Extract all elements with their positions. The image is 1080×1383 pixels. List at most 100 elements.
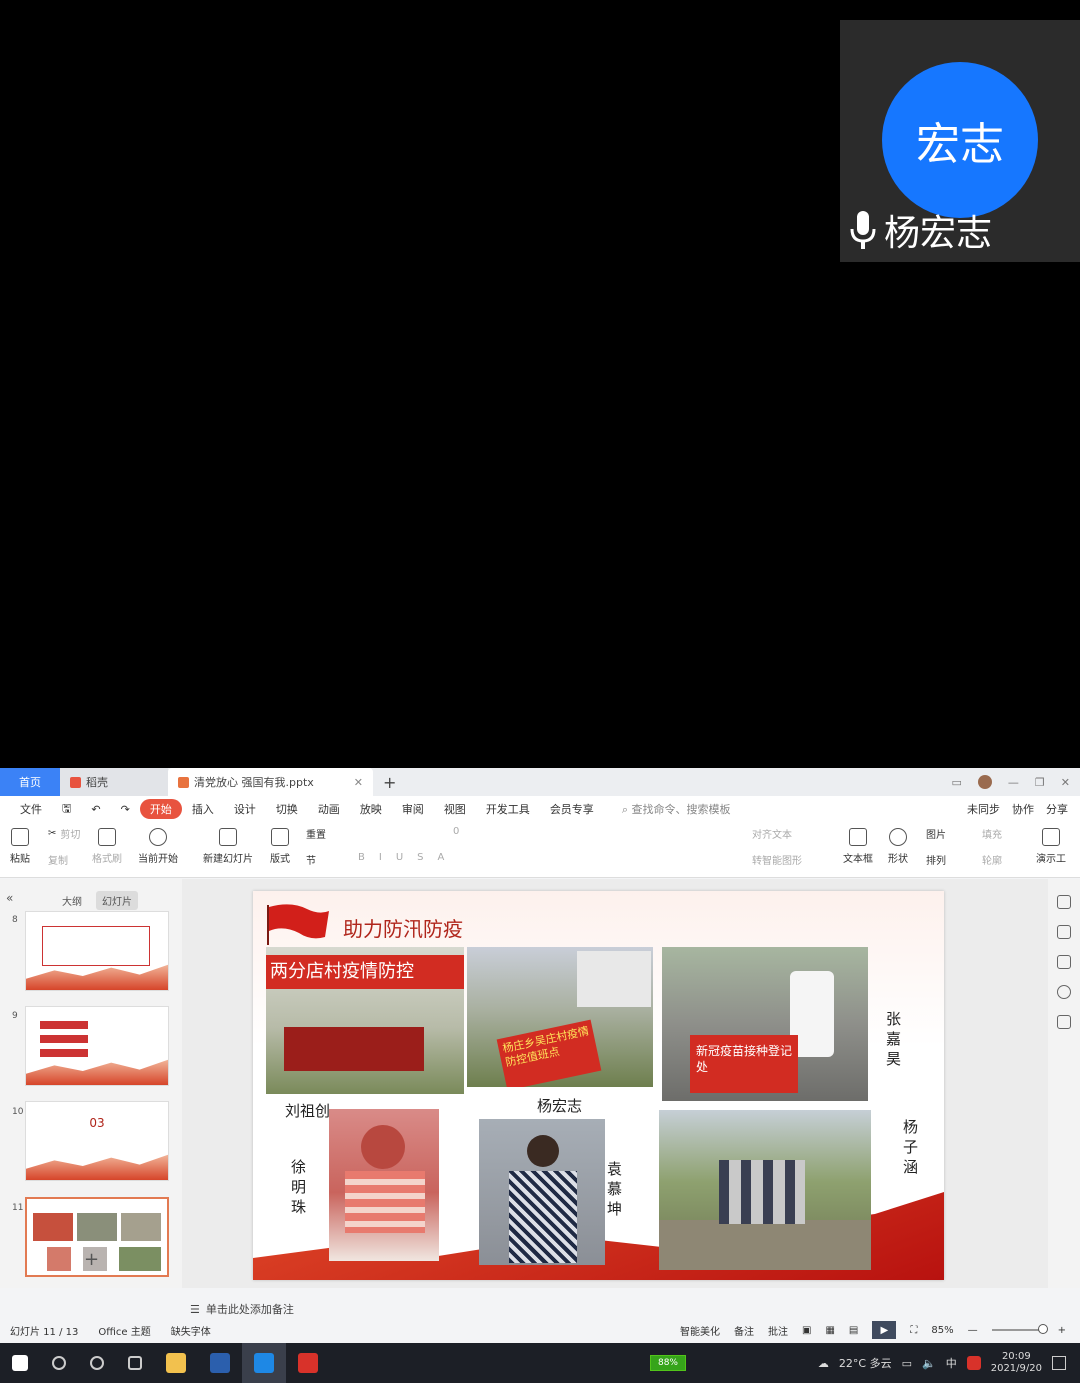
sync-status[interactable]: 未同步 bbox=[967, 801, 1000, 817]
tab-document[interactable]: 清党放心 强国有我.pptx ✕ bbox=[168, 768, 373, 796]
notification-icon[interactable] bbox=[1052, 1356, 1066, 1370]
play-from-current-button[interactable]: 当前开始 bbox=[138, 828, 178, 865]
menu-home[interactable]: 开始 bbox=[139, 799, 182, 819]
file-explorer-icon[interactable] bbox=[166, 1353, 186, 1373]
missing-font[interactable]: 缺失字体 bbox=[171, 1323, 211, 1338]
menu-review[interactable]: 审阅 bbox=[392, 801, 434, 817]
volume-icon[interactable]: 🔈 bbox=[922, 1357, 936, 1370]
sogou-icon[interactable] bbox=[966, 1356, 981, 1370]
section-button[interactable]: 节 bbox=[306, 852, 316, 867]
smartart-button[interactable]: 转智能图形 bbox=[752, 852, 802, 867]
banner-text: 两分店村疫情防控 bbox=[266, 955, 464, 989]
menu-slideshow[interactable]: 放映 bbox=[350, 801, 392, 817]
theme-name[interactable]: Office 主题 bbox=[98, 1323, 150, 1338]
wps-icon[interactable] bbox=[298, 1353, 318, 1373]
redo-icon[interactable]: ↷ bbox=[111, 803, 140, 816]
tab-outline[interactable]: 大纲 bbox=[56, 891, 88, 910]
word-icon[interactable] bbox=[210, 1353, 230, 1373]
ime-indicator[interactable]: 中 bbox=[946, 1355, 957, 1371]
zoom-out-button[interactable]: — bbox=[968, 1325, 978, 1336]
smart-beautify-button[interactable]: 智能美化 bbox=[680, 1323, 720, 1338]
reading-view-icon[interactable]: ▤ bbox=[849, 1325, 858, 1336]
minimize-icon[interactable]: — bbox=[1008, 776, 1019, 789]
italic-icon[interactable]: I bbox=[379, 852, 382, 863]
fit-window-icon[interactable]: ⛶ bbox=[910, 1325, 917, 1336]
copy-button[interactable]: 复制 bbox=[48, 852, 68, 867]
search-icon[interactable] bbox=[52, 1356, 66, 1370]
grid-view-icon[interactable]: ▦ bbox=[825, 1325, 834, 1336]
remark-button[interactable]: 备注 bbox=[734, 1323, 754, 1338]
normal-view-icon[interactable]: ▣ bbox=[802, 1325, 811, 1336]
slide-thumbnail[interactable] bbox=[25, 911, 169, 991]
format-painter-button[interactable]: 格式刷 bbox=[92, 828, 122, 865]
strike-icon[interactable]: S bbox=[417, 852, 423, 863]
outline-button[interactable]: 轮廓 bbox=[982, 852, 1002, 867]
copy-icon[interactable] bbox=[1057, 955, 1071, 969]
command-search[interactable]: ⌕ 查找命令、搜索模板 bbox=[622, 801, 731, 817]
windows-start-icon[interactable] bbox=[12, 1355, 28, 1371]
menu-animation[interactable]: 动画 bbox=[308, 801, 350, 817]
meeting-app-active[interactable] bbox=[242, 1343, 286, 1383]
cortana-icon[interactable] bbox=[90, 1356, 104, 1370]
shape-button[interactable]: 形状 bbox=[888, 828, 908, 865]
share-button[interactable]: 分享 bbox=[1046, 801, 1068, 817]
add-slide-button[interactable]: + bbox=[84, 1249, 99, 1270]
share-icon[interactable] bbox=[1057, 1015, 1071, 1029]
zoom-slider-knob[interactable] bbox=[1037, 1324, 1048, 1334]
user-avatar[interactable] bbox=[977, 775, 992, 789]
presenter-button[interactable]: 演示工 bbox=[1036, 828, 1066, 865]
collab-button[interactable]: 协作 bbox=[1012, 801, 1034, 817]
menu-developer[interactable]: 开发工具 bbox=[476, 801, 540, 817]
play-slideshow-button[interactable]: ▶ bbox=[872, 1321, 897, 1339]
close-window-icon[interactable]: ✕ bbox=[1061, 776, 1070, 789]
tab-slides[interactable]: 幻灯片 bbox=[96, 891, 138, 910]
save-icon[interactable]: 🖫 bbox=[52, 800, 81, 819]
menu-transition[interactable]: 切换 bbox=[266, 801, 308, 817]
underline-icon[interactable]: U bbox=[396, 852, 403, 863]
clock[interactable]: 20:09 2021/9/20 bbox=[991, 1351, 1042, 1375]
zoom-level[interactable]: 85% bbox=[931, 1325, 953, 1336]
slide-thumbnail[interactable] bbox=[25, 1006, 169, 1086]
zoom-in-button[interactable]: + bbox=[1058, 1325, 1066, 1336]
notes-area[interactable]: ☰ 单击此处添加备注 bbox=[190, 1301, 294, 1317]
window-controls: ▭ — ❐ ✕ bbox=[952, 775, 1080, 789]
settings-icon[interactable] bbox=[1057, 895, 1071, 909]
fill-button[interactable]: 填充 bbox=[982, 826, 1002, 841]
align-text-button[interactable]: 对齐文本 bbox=[752, 826, 792, 841]
star-icon[interactable] bbox=[1057, 925, 1071, 939]
textbox-button[interactable]: 文本框 bbox=[843, 828, 873, 865]
slide-canvas[interactable]: 助力防汛防疫 两分店村疫情防控 杨庄乡吴庄村疫情防控值班点 新冠疫苗接种登记处 … bbox=[253, 891, 944, 1280]
menu-insert[interactable]: 插入 bbox=[182, 801, 224, 817]
help-icon[interactable] bbox=[1057, 985, 1071, 999]
video-call-tile[interactable]: 宏志 杨宏志 bbox=[840, 20, 1080, 262]
arrange-button[interactable]: 排列 bbox=[926, 852, 946, 867]
layout-icon[interactable]: ▭ bbox=[952, 776, 962, 789]
comment-button[interactable]: 批注 bbox=[768, 1323, 788, 1338]
new-slide-button[interactable]: 新建幻灯片 bbox=[203, 828, 253, 865]
menu-view[interactable]: 视图 bbox=[434, 801, 476, 817]
weather-text[interactable]: 22°C 多云 bbox=[839, 1355, 892, 1371]
menu-design[interactable]: 设计 bbox=[224, 801, 266, 817]
menu-member[interactable]: 会员专享 bbox=[540, 801, 604, 817]
network-icon[interactable]: ▭ bbox=[902, 1357, 912, 1370]
paste-button[interactable]: 粘贴 bbox=[10, 828, 30, 865]
slide-thumbnail[interactable]: 03 bbox=[25, 1101, 169, 1181]
reset-button[interactable]: 重置 bbox=[306, 826, 326, 841]
photo-village-checkpoint: 两分店村疫情防控 bbox=[266, 947, 464, 1094]
close-tab-icon[interactable]: ✕ bbox=[354, 776, 363, 789]
font-size-select[interactable]: 0 bbox=[453, 826, 459, 837]
collapse-panel-icon[interactable]: « bbox=[6, 891, 13, 905]
layout-button[interactable]: 版式 bbox=[270, 828, 290, 865]
task-view-icon[interactable] bbox=[128, 1356, 142, 1370]
font-color-icon[interactable]: A bbox=[438, 852, 445, 863]
restore-icon[interactable]: ❐ bbox=[1035, 776, 1045, 789]
menu-file[interactable]: 文件 bbox=[10, 801, 52, 817]
new-tab-button[interactable]: + bbox=[373, 768, 406, 796]
tab-home[interactable]: 首页 bbox=[0, 768, 60, 796]
tab-daoke[interactable]: 稻壳 bbox=[60, 768, 168, 796]
picture-button[interactable]: 图片 bbox=[926, 826, 946, 841]
bold-icon[interactable]: B bbox=[358, 852, 365, 863]
undo-icon[interactable]: ↶ bbox=[81, 803, 110, 816]
cut-button[interactable]: ✂ 剪切 bbox=[48, 826, 80, 841]
zoom-slider[interactable] bbox=[991, 1324, 1048, 1334]
